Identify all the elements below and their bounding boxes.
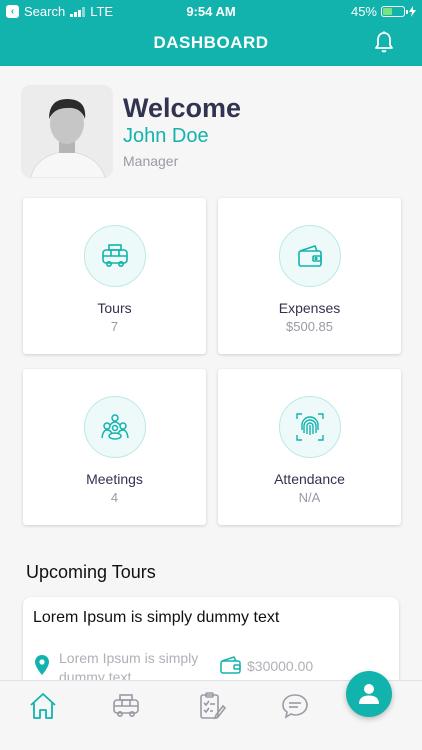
tour-amount: $30000.00 <box>247 658 314 674</box>
tours-icon-circle <box>84 225 146 287</box>
avatar[interactable] <box>21 85 113 178</box>
meeting-icon <box>101 414 129 440</box>
wallet-icon <box>298 245 322 267</box>
app-header: ‹ Search LTE 9:54 AM 45% DASHBOARD <box>0 0 422 66</box>
user-role: Manager <box>123 153 179 169</box>
chat-icon[interactable] <box>280 691 310 721</box>
wallet-icon <box>220 656 241 674</box>
bus-icon[interactable] <box>111 691 141 721</box>
user-icon <box>359 684 379 704</box>
card-title: Meetings <box>86 471 143 487</box>
attendance-card[interactable]: Attendance N/A <box>218 369 401 525</box>
tours-card[interactable]: Tours 7 <box>23 198 206 354</box>
card-value: N/A <box>298 490 321 505</box>
expenses-card[interactable]: Expenses $500.85 <box>218 198 401 354</box>
card-value: 4 <box>110 490 119 505</box>
profile-fab-button[interactable] <box>346 671 392 717</box>
location-pin-icon <box>35 655 49 675</box>
page-title: DASHBOARD <box>153 33 269 52</box>
card-title: Attendance <box>274 471 345 487</box>
welcome-heading: Welcome <box>123 93 242 123</box>
bus-icon <box>102 244 128 267</box>
home-icon[interactable] <box>28 691 58 721</box>
card-title: Tours <box>97 300 132 316</box>
bell-icon[interactable] <box>372 30 396 54</box>
user-name: John Doe <box>123 125 209 147</box>
battery-icon <box>381 6 408 17</box>
attendance-icon-circle <box>279 396 341 458</box>
fingerprint-icon <box>296 413 324 441</box>
meetings-icon-circle <box>84 396 146 458</box>
battery-percent: 45% <box>350 4 377 19</box>
expenses-icon-circle <box>279 225 341 287</box>
meetings-card[interactable]: Meetings 4 <box>23 369 206 525</box>
card-title: Expenses <box>278 300 341 316</box>
checklist-icon[interactable] <box>196 691 226 721</box>
section-title-upcoming-tours: Upcoming Tours <box>26 562 156 582</box>
tour-title: Lorem Ipsum is simply dummy text <box>33 609 280 626</box>
card-value: 7 <box>110 319 119 334</box>
card-value: $500.85 <box>286 319 333 334</box>
charging-icon <box>409 6 416 17</box>
status-bar: ‹ Search LTE 9:54 AM 45% <box>0 0 422 22</box>
